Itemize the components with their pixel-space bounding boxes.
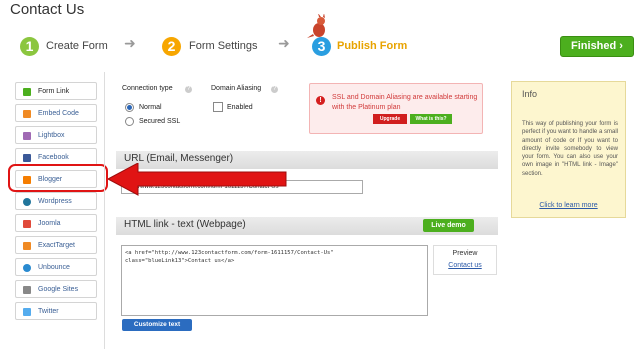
alert-icon: ! (316, 96, 325, 105)
highlight-box (8, 164, 108, 192)
learn-more-link[interactable]: Click to learn more (512, 202, 625, 209)
exacttarget-icon (23, 242, 31, 250)
html-code-textarea[interactable]: <a href="http://www.123contactform.com/f… (121, 245, 428, 316)
step-publish-form[interactable]: Publish Form (337, 40, 407, 52)
code-icon (23, 110, 31, 118)
info-panel: Info This way of publishing your form is… (511, 81, 626, 218)
what-is-this-button[interactable]: What is this? (410, 114, 452, 124)
sidebar-item-embed-code[interactable]: Embed Code (15, 104, 97, 122)
secured-ssl-radio[interactable] (125, 117, 134, 126)
joomla-icon (23, 220, 31, 228)
step-form-settings[interactable]: Form Settings (189, 40, 257, 52)
customize-text-button[interactable]: Customize text (122, 319, 192, 331)
sidebar-item-twitter[interactable]: Twitter (15, 302, 97, 320)
enabled-checkbox[interactable] (213, 102, 223, 112)
sidebar-item-lightbox[interactable]: Lightbox (15, 126, 97, 144)
sidebar-item-google-sites[interactable]: Google Sites (15, 280, 97, 298)
lightbox-icon (23, 132, 31, 140)
twitter-icon (23, 308, 31, 316)
domain-aliasing-label: Domain Aliasing (211, 85, 262, 92)
step-1-icon: 1 (20, 37, 39, 56)
warning-text: SSL and Domain Aliasing are available st… (332, 94, 478, 111)
help-icon[interactable]: ? (271, 86, 278, 93)
help-icon[interactable]: ? (185, 86, 192, 93)
unbounce-icon (23, 264, 31, 272)
preview-contact-link[interactable]: Contact us (434, 262, 496, 269)
kangaroo-mascot-icon (306, 13, 332, 40)
sidebar-item-wordpress[interactable]: Wordpress (15, 192, 97, 210)
annotation-arrow-icon (106, 162, 288, 199)
normal-label: Normal (139, 104, 162, 111)
page-title: Contact Us (10, 1, 85, 18)
preview-panel: Preview Contact us (433, 245, 497, 275)
step-2-icon: 2 (162, 37, 181, 56)
divider (104, 72, 105, 349)
html-section-title: HTML link - text (Webpage) (124, 219, 246, 230)
arrow-right-icon: ➜ (278, 35, 290, 51)
sidebar-item-joomla[interactable]: Joomla (15, 214, 97, 232)
sidebar-item-exacttarget[interactable]: ExactTarget (15, 236, 97, 254)
normal-radio[interactable] (125, 103, 134, 112)
facebook-icon (23, 154, 31, 162)
upgrade-button[interactable]: Upgrade (373, 114, 407, 124)
connection-type-label: Connection type (122, 85, 173, 92)
wordpress-icon (23, 198, 31, 206)
preview-label: Preview (452, 250, 478, 257)
sidebar-item-form-link[interactable]: Form Link (15, 82, 97, 100)
secured-ssl-label: Secured SSL (139, 118, 181, 125)
google-sites-icon (23, 286, 31, 294)
upgrade-warning: ! SSL and Domain Aliasing are available … (309, 83, 483, 134)
arrow-right-icon: ➜ (124, 35, 136, 51)
live-demo-button[interactable]: Live demo (423, 219, 474, 232)
step-3-icon: 3 (312, 37, 331, 56)
finished-button[interactable]: Finished › (560, 36, 634, 57)
enabled-label: Enabled (227, 104, 253, 111)
sidebar-item-unbounce[interactable]: Unbounce (15, 258, 97, 276)
link-icon (23, 88, 31, 96)
info-body: This way of publishing your form is perf… (522, 121, 618, 177)
info-title: Info (522, 89, 538, 99)
step-create-form[interactable]: Create Form (46, 40, 108, 52)
